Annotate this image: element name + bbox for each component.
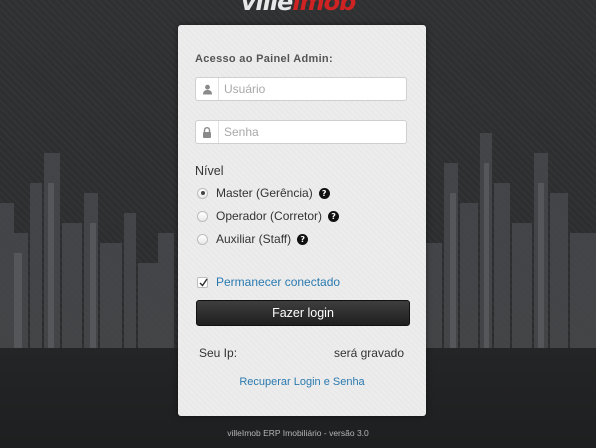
footer-version: villeImob ERP Imobiliário - versão 3.0 bbox=[227, 428, 369, 438]
check-icon bbox=[199, 278, 208, 287]
ip-info: Seu Ip: será gravado bbox=[199, 346, 404, 360]
level-option-label: Master (Gerência) bbox=[216, 186, 313, 200]
level-option-master[interactable]: Master (Gerência) ? bbox=[197, 186, 330, 200]
remember-label[interactable]: Permanecer conectado bbox=[216, 275, 340, 289]
username-input[interactable] bbox=[224, 80, 402, 98]
password-input[interactable] bbox=[224, 123, 402, 141]
level-option-label: Auxiliar (Staff) bbox=[216, 232, 292, 246]
brand-logo: villeimob bbox=[0, 0, 596, 16]
help-icon[interactable]: ? bbox=[297, 233, 309, 245]
password-field bbox=[195, 120, 407, 144]
level-option-operator[interactable]: Operador (Corretor) ? bbox=[197, 209, 340, 223]
ip-label: Seu Ip: bbox=[199, 346, 238, 360]
radio-operator[interactable] bbox=[197, 210, 208, 222]
radio-master[interactable] bbox=[197, 187, 208, 199]
logo-text-part1: ville bbox=[240, 0, 294, 16]
recover-login-link[interactable]: Recuperar Login e Senha bbox=[178, 376, 426, 388]
help-icon[interactable]: ? bbox=[328, 210, 340, 222]
user-icon bbox=[196, 78, 219, 100]
level-option-label: Operador (Corretor) bbox=[216, 209, 323, 223]
level-option-auxiliary[interactable]: Auxiliar (Staff) ? bbox=[197, 232, 309, 246]
lock-icon bbox=[196, 121, 219, 143]
remember-checkbox[interactable] bbox=[197, 276, 208, 288]
login-panel-title: Acesso ao Painel Admin: bbox=[195, 53, 333, 65]
login-button[interactable]: Fazer login bbox=[196, 300, 410, 326]
logo-text-part2: imob bbox=[292, 0, 356, 16]
username-field bbox=[195, 77, 407, 101]
login-panel: Acesso ao Painel Admin: Nível Master (Ge… bbox=[178, 25, 426, 416]
remember-me[interactable]: Permanecer conectado bbox=[197, 275, 340, 289]
radio-auxiliary[interactable] bbox=[197, 233, 208, 245]
level-label: Nível bbox=[195, 164, 224, 178]
ip-value: será gravado bbox=[333, 346, 404, 360]
help-icon[interactable]: ? bbox=[318, 187, 330, 199]
